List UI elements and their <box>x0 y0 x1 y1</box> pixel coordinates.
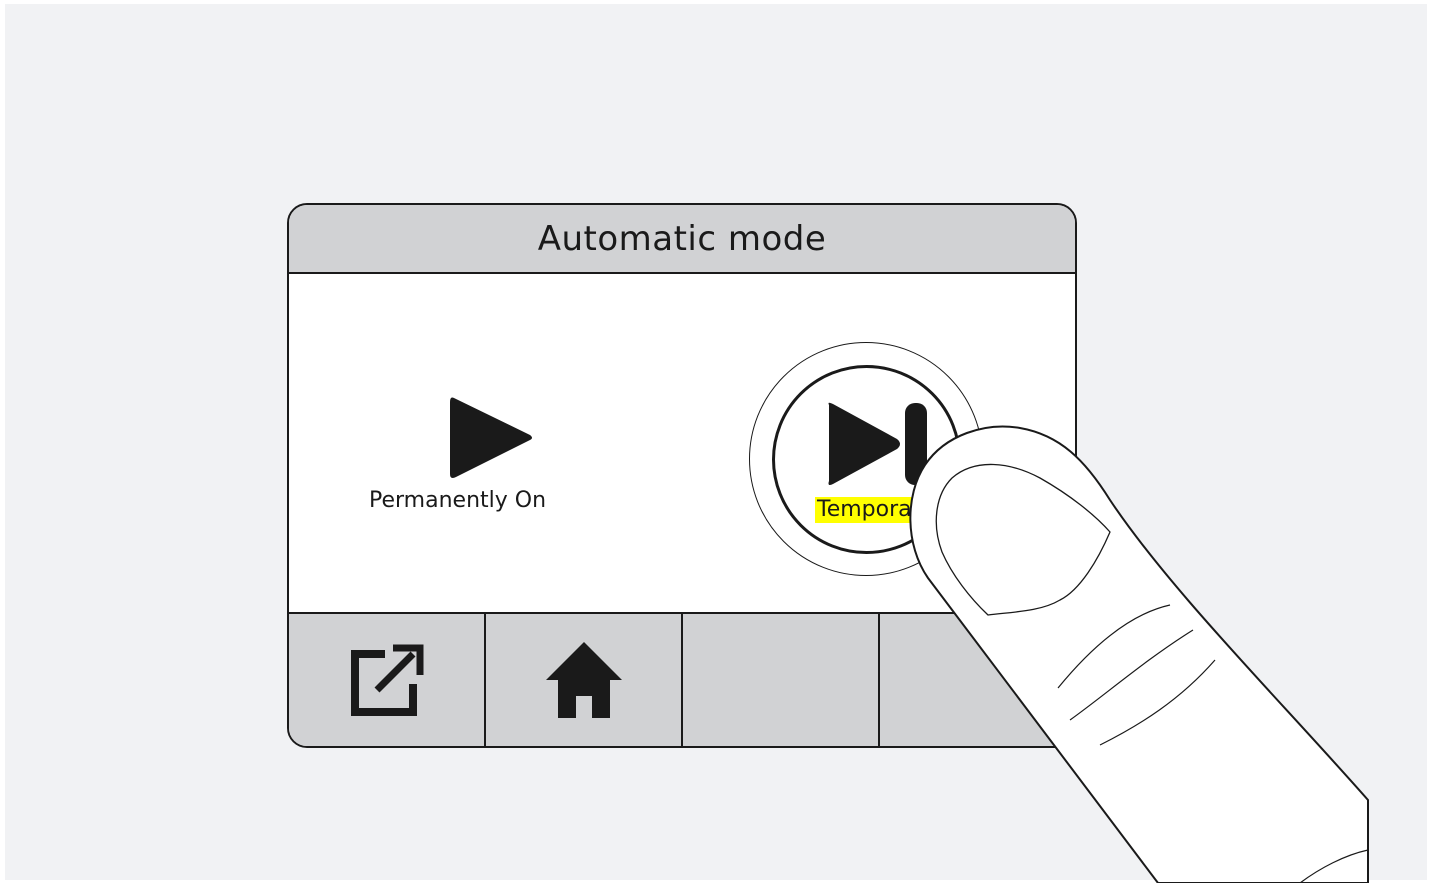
temporarily-on-button[interactable]: Tempora <box>772 365 961 554</box>
footer-bar <box>289 612 1075 746</box>
title-bar: Automatic mode <box>289 205 1075 274</box>
skip-forward-icon <box>828 402 927 485</box>
home-icon <box>545 642 622 718</box>
play-icon <box>450 397 532 478</box>
permanently-on-button[interactable]: Permanently On <box>369 392 629 532</box>
footer-button-4[interactable] <box>880 614 1075 746</box>
footer-button-3[interactable] <box>683 614 880 746</box>
home-button[interactable] <box>486 614 683 746</box>
screen-title: Automatic mode <box>537 218 827 259</box>
external-link-icon <box>350 644 423 716</box>
permanently-on-label: Permanently On <box>369 488 547 513</box>
temporarily-on-label: Tempora <box>815 497 914 523</box>
mode-selection-area: Permanently On Tempora <box>289 274 1075 618</box>
device-screen: Automatic mode Permanently On Tempora <box>287 203 1077 748</box>
external-link-button[interactable] <box>289 614 486 746</box>
